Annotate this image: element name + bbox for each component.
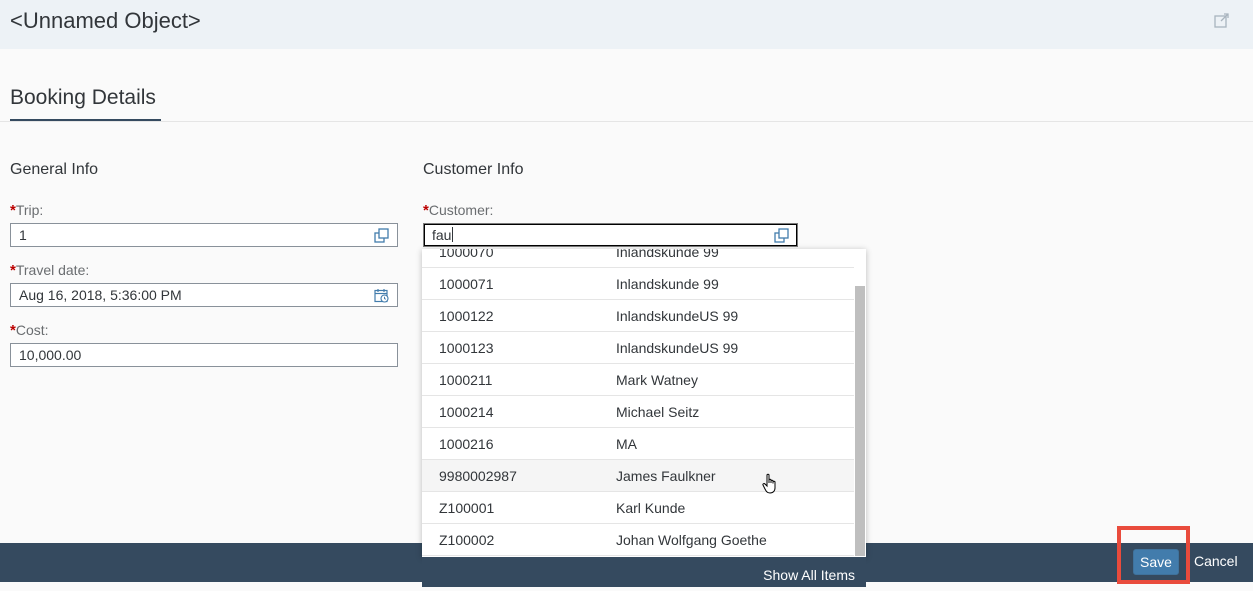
suggestion-id: 9980002987 bbox=[439, 468, 517, 484]
suggestion-name: Karl Kunde bbox=[616, 500, 686, 516]
cost-label-text: Cost: bbox=[15, 322, 49, 338]
scrollbar-thumb[interactable] bbox=[855, 286, 865, 556]
value-help-icon[interactable] bbox=[374, 228, 389, 243]
suggestion-row[interactable]: 1000070 Inlandskunde 99 bbox=[422, 249, 854, 268]
suggestion-id: 1000122 bbox=[439, 308, 494, 324]
suggestion-id: 1000071 bbox=[439, 276, 494, 292]
save-button-highlight-box bbox=[1117, 526, 1190, 584]
hand-cursor-icon bbox=[762, 473, 776, 494]
suggestion-row[interactable]: Z100002 Johan Wolfgang Goethe bbox=[422, 524, 854, 556]
suggestions-list: 1000070 Inlandskunde 99 1000071 Inlandskund… bbox=[422, 249, 854, 556]
suggestion-row[interactable]: 1000122 InlandskundeUS 99 bbox=[422, 300, 854, 332]
suggestion-id: 1000070 bbox=[439, 249, 494, 260]
suggestion-name: MA bbox=[616, 436, 637, 452]
cost-label: *Cost: bbox=[10, 322, 49, 339]
suggestion-row[interactable]: 1000211 Mark Watney bbox=[422, 364, 854, 396]
section-title[interactable]: Booking Details bbox=[10, 86, 156, 110]
suggestion-name: James Faulkner bbox=[616, 468, 716, 484]
cost-input[interactable]: 10,000.00 bbox=[10, 343, 398, 367]
suggestions-popup: 1000070 Inlandskunde 99 1000071 Inlandskund… bbox=[422, 249, 866, 557]
suggestion-id: 1000123 bbox=[439, 340, 494, 356]
suggestions-footer: Show All Items bbox=[422, 557, 866, 587]
customer-input[interactable]: fau bbox=[423, 223, 798, 247]
suggestion-id: Z100001 bbox=[439, 500, 495, 516]
suggestion-id: 1000214 bbox=[439, 404, 494, 420]
customer-label: *Customer: bbox=[423, 202, 493, 219]
cost-value: 10,000.00 bbox=[19, 347, 82, 363]
suggestion-row[interactable]: Z100001 Karl Kunde bbox=[422, 492, 854, 524]
suggestion-row[interactable]: 1000123 InlandskundeUS 99 bbox=[422, 332, 854, 364]
suggestion-id: Z100002 bbox=[439, 532, 495, 548]
customer-label-text: Customer: bbox=[428, 202, 494, 218]
suggestion-name: Johan Wolfgang Goethe bbox=[616, 532, 767, 548]
suggestion-name: Mark Watney bbox=[616, 372, 698, 388]
suggestion-name: InlandskundeUS 99 bbox=[616, 340, 739, 356]
travel-date-value: Aug 16, 2018, 5:36:00 PM bbox=[19, 287, 182, 303]
suggestion-row[interactable]: 1000216 MA bbox=[422, 428, 854, 460]
suggestion-row[interactable]: 1000214 Michael Seitz bbox=[422, 396, 854, 428]
customer-info-title: Customer Info bbox=[423, 161, 524, 178]
customer-value: fau bbox=[432, 227, 452, 243]
travel-date-label-text: Travel date: bbox=[15, 262, 90, 278]
suggestion-id: 1000211 bbox=[439, 372, 493, 388]
trip-label: *Trip: bbox=[10, 202, 43, 219]
travel-date-label: *Travel date: bbox=[10, 262, 89, 279]
general-info-title: General Info bbox=[10, 161, 99, 178]
suggestion-name: Inlandskunde 99 bbox=[616, 249, 719, 260]
trip-input[interactable]: 1 bbox=[10, 223, 398, 247]
calendar-icon[interactable] bbox=[374, 288, 389, 303]
suggestion-row[interactable]: 9980002987 James Faulkner bbox=[422, 460, 854, 492]
suggestion-row[interactable]: 1000071 Inlandskunde 99 bbox=[422, 268, 854, 300]
suggestion-name: Inlandskunde 99 bbox=[616, 276, 719, 292]
trip-value: 1 bbox=[19, 227, 27, 243]
trip-label-text: Trip: bbox=[15, 202, 44, 218]
share-icon[interactable] bbox=[1213, 11, 1231, 29]
value-help-icon[interactable] bbox=[774, 228, 789, 243]
travel-date-input[interactable]: Aug 16, 2018, 5:36:00 PM bbox=[10, 283, 398, 307]
cancel-button[interactable]: Cancel bbox=[1194, 553, 1238, 569]
show-all-items-button[interactable]: Show All Items bbox=[763, 567, 855, 583]
section-divider bbox=[0, 121, 1253, 122]
page-title: <Unnamed Object> bbox=[10, 8, 201, 33]
suggestion-name: Michael Seitz bbox=[616, 404, 700, 420]
object-header: <Unnamed Object> bbox=[0, 0, 1253, 49]
suggestion-id: 1000216 bbox=[439, 436, 494, 452]
suggestion-name: InlandskundeUS 99 bbox=[616, 308, 739, 324]
text-caret bbox=[452, 227, 454, 242]
